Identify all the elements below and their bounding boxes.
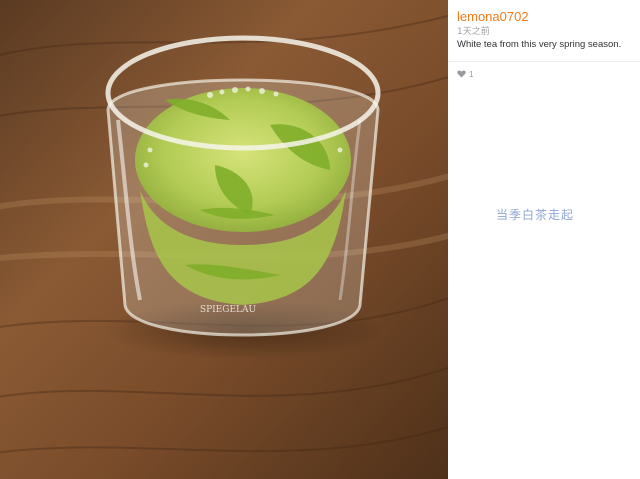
like-count: 1: [469, 69, 474, 79]
post-details-panel: lemona0702 1天之前 White tea from this very…: [448, 0, 640, 479]
like-button[interactable]: 1: [457, 67, 473, 81]
watermark-text: 当季白茶走起: [496, 208, 575, 222]
post-photo[interactable]: SPIEGELAU: [0, 0, 448, 479]
heart-icon[interactable]: [457, 70, 466, 78]
username-link[interactable]: lemona0702: [457, 9, 529, 24]
post-caption: White tea from this very spring season.: [457, 39, 622, 50]
tea-cup-photo: SPIEGELAU: [0, 0, 448, 479]
post-timestamp: 1天之前: [457, 27, 490, 37]
cup-brand-text: SPIEGELAU: [200, 305, 257, 315]
divider: [448, 61, 640, 62]
